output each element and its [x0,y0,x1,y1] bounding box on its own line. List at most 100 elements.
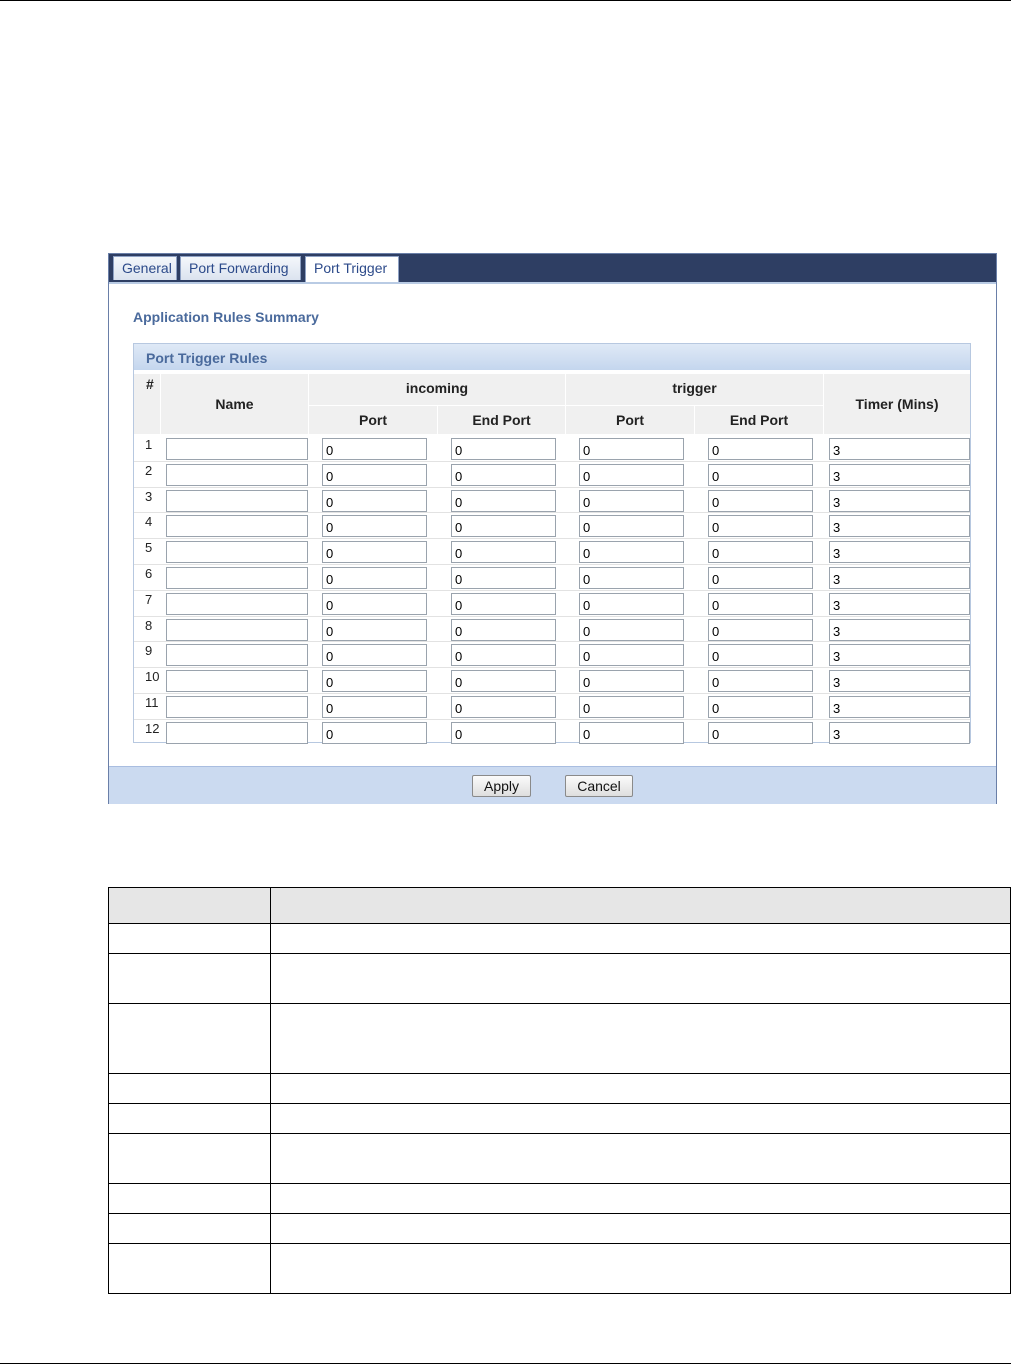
timer-input[interactable] [829,489,970,512]
trigger-end-port-input[interactable] [708,618,813,641]
rule-name-input[interactable] [166,618,308,641]
section-title: Application Rules Summary [133,309,319,325]
timer-input[interactable] [829,644,970,667]
incoming-end-port-input[interactable] [451,489,556,512]
incoming-end-port-input[interactable] [451,721,556,744]
timer-input[interactable] [829,721,970,744]
incoming-port-input[interactable] [322,515,427,538]
timer-input[interactable] [829,670,970,693]
col-trigger: trigger [566,374,823,405]
incoming-end-port-input[interactable] [451,696,556,718]
description-table-header [108,887,1011,924]
row-number: 9 [145,643,153,659]
incoming-port-input[interactable] [322,696,427,718]
rule-name-input[interactable] [166,670,308,693]
incoming-end-port-input[interactable] [451,463,556,486]
tab-general[interactable]: General [113,256,177,280]
table-cell [108,1243,271,1294]
incoming-end-port-input[interactable] [451,670,556,693]
trigger-end-port-input[interactable] [708,696,813,718]
table-cell [269,1133,1011,1184]
tab-port-forwarding[interactable]: Port Forwarding [180,256,301,280]
trigger-port-input[interactable] [579,644,684,667]
timer-input[interactable] [829,541,970,564]
trigger-port-input[interactable] [579,618,684,641]
rule-name-input[interactable] [166,644,308,667]
trigger-end-port-input[interactable] [708,721,813,744]
trigger-port-input[interactable] [579,541,684,564]
table-cell [108,1183,271,1214]
rule-name-input[interactable] [166,463,308,486]
trigger-end-port-input[interactable] [708,438,813,460]
trigger-end-port-input[interactable] [708,670,813,693]
trigger-end-port-input[interactable] [708,541,813,564]
rule-name-input[interactable] [166,592,308,615]
rule-name-input[interactable] [166,489,308,512]
incoming-end-port-input[interactable] [451,541,556,564]
incoming-port-input[interactable] [322,592,427,615]
rules-header-label: Port Trigger Rules [146,350,268,366]
rule-name-input[interactable] [166,721,308,744]
col-timer-label: Timer (Mins) [855,396,939,412]
incoming-port-input[interactable] [322,618,427,641]
timer-input[interactable] [829,463,970,486]
timer-input[interactable] [829,592,970,615]
incoming-port-input[interactable] [322,541,427,564]
incoming-port-input[interactable] [322,489,427,512]
table-row [108,1133,1011,1184]
trigger-port-input[interactable] [579,696,684,718]
trigger-end-port-input[interactable] [708,644,813,667]
table-cell [108,1213,271,1244]
rule-name-input[interactable] [166,696,308,718]
trigger-port-input[interactable] [579,438,684,460]
tab-port-trigger[interactable]: Port Trigger [305,256,399,283]
incoming-end-port-input[interactable] [451,567,556,589]
apply-button[interactable]: Apply [472,775,531,797]
trigger-end-port-input[interactable] [708,592,813,615]
incoming-port-input[interactable] [322,463,427,486]
table-cell [269,1183,1011,1214]
row-number: 12 [145,720,160,736]
table-cell [269,887,1011,924]
incoming-port-input[interactable] [322,721,427,744]
col-trigger-end-port-label: End Port [729,412,789,428]
row-number: 5 [145,540,153,556]
trigger-port-input[interactable] [579,592,684,615]
trigger-port-input[interactable] [579,567,684,589]
cancel-button[interactable]: Cancel [565,775,633,797]
timer-input[interactable] [829,618,970,641]
button-bar: Apply Cancel [109,766,996,804]
timer-input[interactable] [829,567,970,589]
trigger-end-port-input[interactable] [708,567,813,589]
trigger-port-input[interactable] [579,721,684,744]
table-cell [269,923,1011,954]
incoming-end-port-input[interactable] [451,644,556,667]
trigger-port-input[interactable] [579,463,684,486]
incoming-end-port-input[interactable] [451,592,556,615]
timer-input[interactable] [829,438,970,460]
timer-input[interactable] [829,696,970,718]
incoming-port-input[interactable] [322,644,427,667]
table-cell [108,923,271,954]
table-cell [269,1103,1011,1134]
col-incoming-end-port-label: End Port [472,412,531,428]
trigger-port-input[interactable] [579,515,684,538]
rule-name-input[interactable] [166,567,308,589]
trigger-port-input[interactable] [579,670,684,693]
timer-input[interactable] [829,515,970,538]
rule-name-input[interactable] [166,438,308,460]
incoming-end-port-input[interactable] [451,515,556,538]
trigger-end-port-input[interactable] [708,515,813,538]
trigger-port-input[interactable] [579,489,684,512]
rule-name-input[interactable] [166,515,308,538]
page-top-rule [0,0,1011,1]
incoming-port-input[interactable] [322,438,427,460]
incoming-port-input[interactable] [322,670,427,693]
incoming-port-input[interactable] [322,567,427,589]
col-timer: Timer (Mins) [824,374,970,434]
incoming-end-port-input[interactable] [451,618,556,641]
incoming-end-port-input[interactable] [451,438,556,460]
trigger-end-port-input[interactable] [708,463,813,486]
trigger-end-port-input[interactable] [708,489,813,512]
rule-name-input[interactable] [166,541,308,564]
